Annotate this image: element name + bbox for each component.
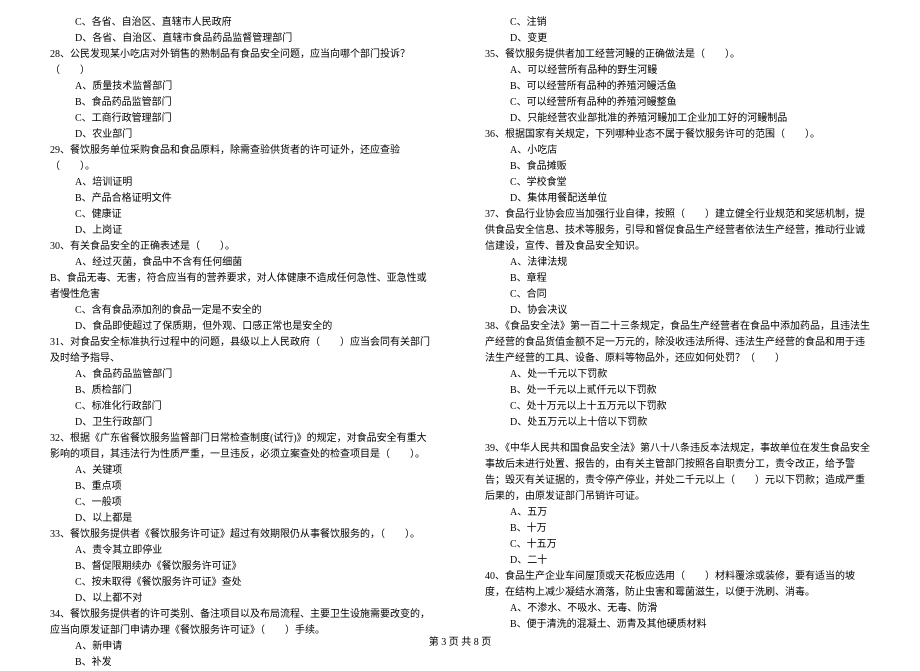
q37-text: 37、食品行业协会应当加强行业自律，按照（ ）建立健全行业规范和奖惩机制，提供食…	[485, 207, 870, 255]
q35-opt-d: D、只能经营农业部批准的养殖河鳗加工企业加工好的河鳗制品	[485, 111, 870, 127]
q33-opt-b: B、督促限期续办《餐饮服务许可证》	[50, 559, 435, 575]
q29-opt-a: A、培训证明	[50, 175, 435, 191]
q29-text: 29、餐饮服务单位采购食品和食品原料，除需查验供货者的许可证外，还应查验（ ）。	[50, 143, 435, 175]
page-columns: C、各省、自治区、直辖市人民政府 D、各省、自治区、直辖市食品药品监督管理部门 …	[50, 15, 870, 630]
q30-opt-d: D、食品即使超过了保质期，但外观、口感正常也是安全的	[50, 319, 435, 335]
q37-opt-a: A、法律法规	[485, 255, 870, 271]
q38-opt-a: A、处一千元以下罚款	[485, 367, 870, 383]
q38-text: 38、《食品安全法》第一百二十三条规定，食品生产经营者在食品中添加药品，且违法生…	[485, 319, 870, 367]
q32-opt-a: A、关键项	[50, 463, 435, 479]
q40-opt-a: A、不渗水、不吸水、无毒、防滑	[485, 601, 870, 617]
q27-opt-d: D、各省、自治区、直辖市食品药品监督管理部门	[50, 31, 435, 47]
q28-opt-b: B、食品药品监管部门	[50, 95, 435, 111]
q28-opt-c: C、工商行政管理部门	[50, 111, 435, 127]
q34-opt-a: A、新申请	[50, 639, 435, 655]
spacer	[485, 431, 870, 441]
q33-text: 33、餐饮服务提供者《餐饮服务许可证》超过有效期限仍从事餐饮服务的，（ ）。	[50, 527, 435, 543]
q28-opt-d: D、农业部门	[50, 127, 435, 143]
q39-opt-d: D、二十	[485, 553, 870, 569]
q33-opt-a: A、责令其立即停业	[50, 543, 435, 559]
q30-opt-a: A、经过灭菌，食品中不含有任何细菌	[50, 255, 435, 271]
q36-opt-c: C、学校食堂	[485, 175, 870, 191]
q34-opt-d: D、变更	[485, 31, 870, 47]
q37-opt-d: D、协会决议	[485, 303, 870, 319]
q39-opt-b: B、十万	[485, 521, 870, 537]
q35-opt-b: B、可以经营所有品种的养殖河鳗活鱼	[485, 79, 870, 95]
q29-opt-d: D、上岗证	[50, 223, 435, 239]
q35-text: 35、餐饮服务提供者加工经营河鳗的正确做法是（ ）。	[485, 47, 870, 63]
q38-opt-b: B、处一千元以上贰仟元以下罚款	[485, 383, 870, 399]
q35-opt-c: C、可以经营所有品种的养殖河鳗整鱼	[485, 95, 870, 111]
q36-opt-b: B、食品摊贩	[485, 159, 870, 175]
q34-opt-c: C、注销	[485, 15, 870, 31]
q32-opt-c: C、一般项	[50, 495, 435, 511]
left-column: C、各省、自治区、直辖市人民政府 D、各省、自治区、直辖市食品药品监督管理部门 …	[50, 15, 435, 630]
q34-opt-b: B、补发	[50, 655, 435, 671]
q28-text: 28、公民发现某小吃店对外销售的熟制品有食品安全问题，应当向哪个部门投诉？（ ）	[50, 47, 435, 79]
q38-opt-d: D、处五万元以上十倍以下罚款	[485, 415, 870, 431]
q28-opt-a: A、质量技术监督部门	[50, 79, 435, 95]
q27-opt-c: C、各省、自治区、直辖市人民政府	[50, 15, 435, 31]
q33-opt-d: D、以上都不对	[50, 591, 435, 607]
q30-opt-b: B、食品无毒、无害，符合应当有的营养要求，对人体健康不造成任何急性、亚急性或者慢…	[50, 271, 435, 303]
q31-text: 31、对食品安全标准执行过程中的问题，县级以上人民政府（ ）应当会同有关部门及时…	[50, 335, 435, 367]
q36-text: 36、根据国家有关规定，下列哪种业态不属于餐饮服务许可的范围（ ）。	[485, 127, 870, 143]
q33-opt-c: C、按未取得《餐饮服务许可证》查处	[50, 575, 435, 591]
q32-text: 32、根据《广东省餐饮服务监督部门日常检查制度(试行)》的规定，对食品安全有重大…	[50, 431, 435, 463]
right-column: C、注销 D、变更 35、餐饮服务提供者加工经营河鳗的正确做法是（ ）。 A、可…	[485, 15, 870, 630]
q37-opt-b: B、章程	[485, 271, 870, 287]
q31-opt-b: B、质检部门	[50, 383, 435, 399]
q40-opt-b: B、便于清洗的混凝土、沥青及其他硬质材料	[485, 617, 870, 633]
q40-text: 40、食品生产企业车间屋顶或天花板应选用（ ）材料覆涂或装修，要有适当的坡度，在…	[485, 569, 870, 601]
q32-opt-d: D、以上都是	[50, 511, 435, 527]
q31-opt-a: A、食品药品监管部门	[50, 367, 435, 383]
q34-text: 34、餐饮服务提供者的许可类别、备注项目以及布局流程、主要卫生设施需要改变的，应…	[50, 607, 435, 639]
q29-opt-b: B、产品合格证明文件	[50, 191, 435, 207]
q38-opt-c: C、处十万元以上十五万元以下罚款	[485, 399, 870, 415]
q39-opt-c: C、十五万	[485, 537, 870, 553]
q32-opt-b: B、重点项	[50, 479, 435, 495]
q36-opt-a: A、小吃店	[485, 143, 870, 159]
q39-opt-a: A、五万	[485, 505, 870, 521]
q31-opt-c: C、标准化行政部门	[50, 399, 435, 415]
q30-text: 30、有关食品安全的正确表述是（ ）。	[50, 239, 435, 255]
q39-text: 39、《中华人民共和国食品安全法》第八十八条违反本法规定，事故单位在发生食品安全…	[485, 441, 870, 505]
q37-opt-c: C、合同	[485, 287, 870, 303]
q35-opt-a: A、可以经营所有品种的野生河鳗	[485, 63, 870, 79]
q36-opt-d: D、集体用餐配送单位	[485, 191, 870, 207]
q31-opt-d: D、卫生行政部门	[50, 415, 435, 431]
q30-opt-c: C、含有食品添加剂的食品一定是不安全的	[50, 303, 435, 319]
q29-opt-c: C、健康证	[50, 207, 435, 223]
